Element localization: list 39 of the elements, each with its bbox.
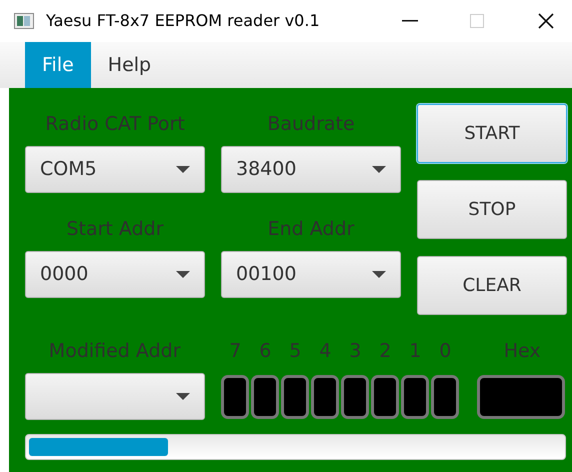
bit-indicator <box>371 374 399 418</box>
bit-label: 5 <box>289 339 302 363</box>
minimize-icon[interactable] <box>402 20 418 22</box>
dropdown-arrow-icon <box>372 166 386 174</box>
bit-indicator <box>401 374 429 418</box>
field-label: End Addr <box>268 217 354 241</box>
bit-indicator <box>281 374 309 418</box>
bit-label: 2 <box>379 339 392 363</box>
window-title: Yaesu FT-8x7 EEPROM reader v0.1 <box>46 10 320 32</box>
dropdown[interactable]: COM5 <box>25 146 205 193</box>
action-button[interactable]: START <box>417 104 567 163</box>
bit-label: 3 <box>349 339 362 363</box>
bit-indicator <box>341 374 369 418</box>
bit-indicator <box>221 374 249 418</box>
bit-label: 6 <box>259 339 272 363</box>
bit-label: 7 <box>229 339 242 363</box>
menu-item[interactable]: Help <box>90 42 168 88</box>
dropdown[interactable]: 00100 <box>221 251 401 298</box>
hex-label: Hex <box>504 339 541 363</box>
bit-indicator <box>311 374 339 418</box>
bit-indicator <box>431 374 459 418</box>
bit-label: 1 <box>409 339 422 363</box>
field-label: Modified Addr <box>48 339 181 363</box>
action-button[interactable]: STOP <box>417 180 567 239</box>
dropdown-arrow-icon <box>372 270 386 278</box>
action-button[interactable]: CLEAR <box>417 256 567 315</box>
dropdown-arrow-icon <box>176 270 190 278</box>
dropdown[interactable]: 0000 <box>25 251 205 298</box>
dropdown[interactable]: 38400 <box>221 146 401 193</box>
app-icon <box>14 13 34 29</box>
field-label: Baudrate <box>267 112 355 136</box>
bit-indicator <box>251 374 279 418</box>
bit-label: 4 <box>319 339 332 363</box>
field-label: Start Addr <box>66 217 164 241</box>
field-label: Radio CAT Port <box>45 112 185 136</box>
dropdown-arrow-icon <box>176 392 190 400</box>
dropdown-arrow-icon <box>176 166 190 174</box>
bit-label: 0 <box>439 339 452 363</box>
close-icon[interactable] <box>538 13 554 29</box>
